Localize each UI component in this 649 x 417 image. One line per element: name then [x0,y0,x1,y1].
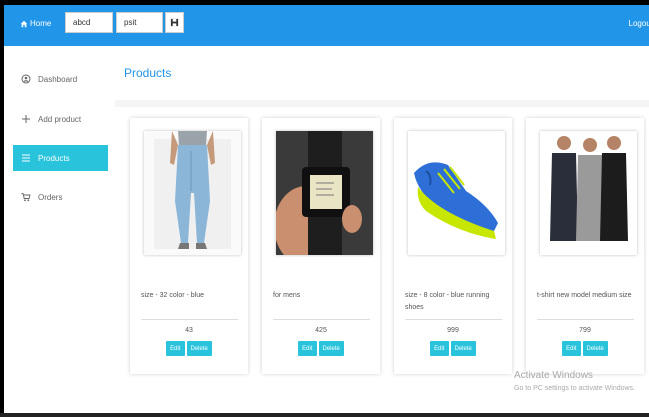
save-button[interactable] [165,12,184,33]
delete-button[interactable]: Delete [450,341,476,356]
product-image-tshirts [540,131,637,255]
edit-button[interactable]: Edit [298,341,317,356]
product-price: 43 [185,327,193,334]
top-navbar: Home Logout [4,5,649,46]
delete-button[interactable]: Delete [318,341,344,356]
sidebar-item-orders[interactable]: Orders [13,184,108,210]
search-input-2[interactable] [116,12,163,33]
edit-button[interactable]: Edit [430,341,449,356]
sidebar: Dashboard Add product Products Orders [4,46,115,413]
search-input-1[interactable] [65,12,113,33]
product-price: 999 [447,327,459,334]
sidebar-item-label: Add product [38,114,82,124]
divider [405,319,502,320]
taskbar [0,413,649,417]
cart-icon [21,192,31,202]
product-actions: Edit Delete [526,341,644,356]
product-grid: size - 32 color - blue 43 Edit Delete fo… [115,107,649,413]
product-card: size - 32 color - blue 43 Edit Delete [130,118,248,374]
home-link[interactable]: Home [20,19,51,28]
product-actions: Edit Delete [262,341,380,356]
divider [273,319,370,320]
product-actions: Edit Delete [130,341,248,356]
sidebar-item-products[interactable]: Products [13,145,108,171]
divider [537,319,634,320]
activate-windows-watermark: Activate Windows [514,370,593,381]
floppy-disk-icon [170,18,179,27]
product-card: t-shirt new model medium size 799 Edit D… [526,118,644,374]
edit-button[interactable]: Edit [562,341,581,356]
sidebar-item-label: Dashboard [38,74,78,84]
product-card: size - 8 color - blue running shoes 999 … [394,118,512,374]
sidebar-item-label: Orders [38,192,63,202]
delete-button[interactable]: Delete [186,341,212,356]
product-image-shoe [408,131,505,255]
product-price: 799 [579,327,591,334]
main-content: Products size - 32 color - blue 43 Edit … [115,46,649,413]
sidebar-item-dashboard[interactable]: Dashboard [13,66,108,92]
product-image-watch [276,131,373,255]
product-actions: Edit Delete [394,341,512,356]
list-icon [21,153,31,163]
page-title: Products [124,66,172,80]
product-image-jeans [144,131,241,255]
dashboard-icon [21,74,31,84]
page-header: Products [115,46,649,100]
divider [141,319,238,320]
plus-icon [21,114,31,124]
home-icon [20,20,28,27]
product-description: t-shirt new model medium size [537,292,632,299]
product-price: 425 [315,327,327,334]
product-description: size - 8 color - blue running shoes [405,292,490,311]
sidebar-item-label: Products [38,153,70,163]
logout-link[interactable]: Logout [629,19,649,28]
edit-button[interactable]: Edit [166,341,185,356]
activate-windows-subtext: Go to PC settings to activate Windows. [514,385,635,392]
app-frame: Home Logout Dashboard Add product [4,5,649,413]
sidebar-item-add-product[interactable]: Add product [13,106,108,132]
delete-button[interactable]: Delete [582,341,608,356]
product-description: for mens [273,292,301,299]
product-card: for mens 425 Edit Delete [262,118,380,374]
home-label: Home [30,19,52,28]
product-description: size - 32 color - blue [141,292,205,299]
